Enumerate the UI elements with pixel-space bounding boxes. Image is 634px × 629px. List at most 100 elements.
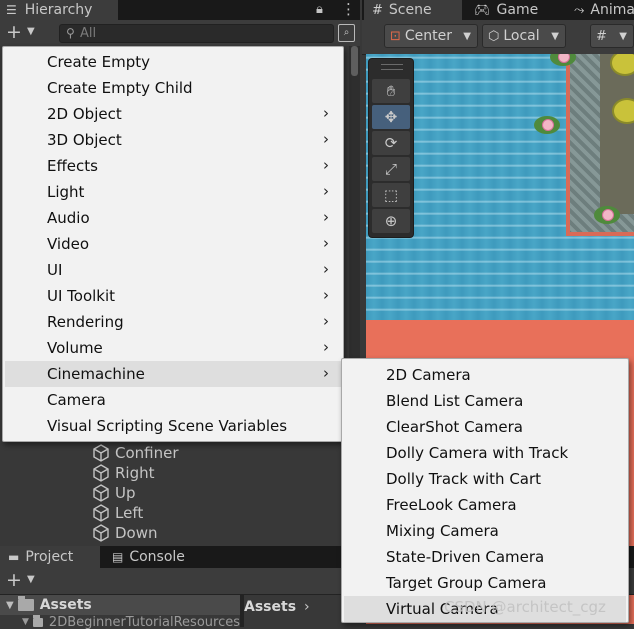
tree-item-label: Confiner <box>115 444 179 462</box>
chevron-right-icon: › <box>323 364 329 382</box>
rect-tool-icon[interactable]: ⬚ <box>372 183 410 207</box>
chevron-right-icon: › <box>323 130 329 148</box>
pivot-center-icon: ⊡ <box>390 28 401 44</box>
chevron-down-icon: ▼ <box>551 30 559 42</box>
menu-item-volume[interactable]: Volume › <box>5 335 341 361</box>
pivot-rotation-dropdown[interactable]: ⬡ Local ▼ <box>482 24 566 48</box>
menu-item-label: Light <box>47 183 85 201</box>
tab-scene[interactable]: # Scene <box>364 0 462 20</box>
submenu-item-blend-list-camera[interactable]: Blend List Camera <box>344 388 626 414</box>
tree-item-down[interactable]: Down <box>92 523 158 543</box>
pivot-mode-dropdown[interactable]: ⊡ Center ▼ <box>384 24 478 48</box>
menu-item-label: Effects <box>47 157 98 175</box>
tab-label: Game <box>496 2 539 18</box>
tab-animation[interactable]: ⤳ Animat <box>566 0 634 20</box>
chevron-down-icon[interactable]: ▼ <box>27 26 35 37</box>
lock-icon[interactable]: 🔒︎ <box>316 2 323 17</box>
scrollbar-thumb[interactable] <box>351 46 358 76</box>
submenu-item-state-driven-camera[interactable]: State-Driven Camera <box>344 544 626 570</box>
folder-label: Assets <box>39 597 92 613</box>
submenu-item-freelook-camera[interactable]: FreeLook Camera <box>344 492 626 518</box>
menu-item-camera[interactable]: Camera <box>5 387 341 413</box>
menu-item-effects[interactable]: Effects › <box>5 153 341 179</box>
submenu-item-dolly-camera-with-track[interactable]: Dolly Camera with Track <box>344 440 626 466</box>
chevron-right-icon: › <box>304 599 310 615</box>
submenu-item-dolly-track-with-cart[interactable]: Dolly Track with Cart <box>344 466 626 492</box>
submenu-item-label: Blend List Camera <box>386 392 524 410</box>
more-options-icon[interactable]: ⋮ <box>341 0 356 18</box>
scale-tool-icon[interactable]: ⤢ <box>372 157 410 181</box>
menu-item-label: UI Toolkit <box>47 287 116 305</box>
tree-item-label: Right <box>115 464 155 482</box>
stone-wall-inner <box>600 54 634 214</box>
tool-palette: ✋︎ ✥ ⟳ ⤢ ⬚ ⊕ <box>368 58 414 238</box>
menu-item-label: Cinemachine <box>47 365 145 383</box>
menu-item-3d-object[interactable]: 3D Object › <box>5 127 341 153</box>
chevron-right-icon: › <box>323 208 329 226</box>
grid-snapping-button[interactable]: # ▼ <box>590 24 634 48</box>
gameobject-cube-icon <box>93 464 109 482</box>
menu-item-2d-object[interactable]: 2D Object › <box>5 101 341 127</box>
submenu-item-mixing-camera[interactable]: Mixing Camera <box>344 518 626 544</box>
submenu-item-label: ClearShot Camera <box>386 418 523 436</box>
submenu-item-2d-camera[interactable]: 2D Camera <box>344 362 626 388</box>
menu-item-create-empty-child[interactable]: Create Empty Child <box>5 75 341 101</box>
chevron-right-icon: › <box>323 338 329 356</box>
menu-item-ui[interactable]: UI › <box>5 257 341 283</box>
expand-arrow-icon[interactable]: ▼ <box>22 617 29 627</box>
folder-assets[interactable]: ▼ Assets <box>0 595 240 615</box>
tree-item-up[interactable]: Up <box>92 483 136 503</box>
wall-border <box>566 54 570 236</box>
add-object-button[interactable]: + <box>6 21 22 43</box>
submenu-item-clearshot-camera[interactable]: ClearShot Camera <box>344 414 626 440</box>
menu-item-visual-scripting-scene-variables[interactable]: Visual Scripting Scene Variables <box>5 413 341 439</box>
tab-game[interactable]: 🎮︎ Game <box>466 0 562 20</box>
rotate-tool-icon[interactable]: ⟳ <box>372 131 410 155</box>
tree-item-confiner[interactable]: Confiner <box>92 443 179 463</box>
list-icon: ☰ <box>6 3 17 17</box>
search-placeholder: All <box>80 26 97 41</box>
add-asset-button[interactable]: + <box>6 569 22 591</box>
menu-item-rendering[interactable]: Rendering › <box>5 309 341 335</box>
breadcrumb-assets[interactable]: Assets <box>244 599 296 615</box>
animation-icon: ⤳ <box>574 2 585 18</box>
chevron-down-icon: ▼ <box>619 30 627 42</box>
menu-item-ui-toolkit[interactable]: UI Toolkit › <box>5 283 341 309</box>
expand-arrow-icon[interactable]: ▼ <box>6 600 14 611</box>
tab-label: Animat <box>590 2 634 18</box>
tab-project[interactable]: ▬ Project <box>0 546 100 568</box>
menu-item-label: Volume <box>47 339 103 357</box>
chevron-down-icon: ▼ <box>463 30 471 42</box>
lily-pad <box>534 116 560 134</box>
menu-item-light[interactable]: Light › <box>5 179 341 205</box>
transform-tool-icon[interactable]: ⊕ <box>372 209 410 233</box>
gameobject-cube-icon <box>93 504 109 522</box>
hand-tool-icon[interactable]: ✋︎ <box>372 79 410 103</box>
chevron-down-icon[interactable]: ▼ <box>27 574 35 585</box>
hierarchy-search-input[interactable]: ⚲ All <box>59 24 334 43</box>
tree-item-left[interactable]: Left <box>92 503 143 523</box>
palette-grip[interactable] <box>381 64 403 70</box>
tree-item-label: Left <box>115 504 144 522</box>
lily-pad <box>594 206 620 224</box>
hierarchy-tab-bar: ☰ Hierarchy 🔒︎ ⋮ <box>0 0 360 20</box>
tab-console[interactable]: ▤ Console <box>104 546 214 568</box>
menu-item-label: Visual Scripting Scene Variables <box>47 417 288 435</box>
chevron-right-icon: › <box>323 260 329 278</box>
submenu-item-target-group-camera[interactable]: Target Group Camera <box>344 570 626 596</box>
submenu-item-label: 2D Camera <box>386 366 471 384</box>
search-options-button[interactable]: ⌕ <box>338 24 355 42</box>
folder-icon <box>17 596 34 611</box>
move-tool-icon[interactable]: ✥ <box>372 105 410 129</box>
menu-item-video[interactable]: Video › <box>5 231 341 257</box>
menu-item-label: Camera <box>47 391 106 409</box>
tab-hierarchy[interactable]: ☰ Hierarchy <box>0 0 118 20</box>
wall-border <box>566 232 634 236</box>
menu-item-cinemachine[interactable]: Cinemachine › <box>5 361 341 387</box>
menu-item-audio[interactable]: Audio › <box>5 205 341 231</box>
tab-label: Scene <box>388 2 432 18</box>
menu-item-create-empty[interactable]: Create Empty <box>5 49 341 75</box>
tree-item-right[interactable]: Right <box>92 463 155 483</box>
chevron-right-icon: › <box>323 234 329 252</box>
breadcrumb[interactable]: Assets › <box>244 595 344 619</box>
